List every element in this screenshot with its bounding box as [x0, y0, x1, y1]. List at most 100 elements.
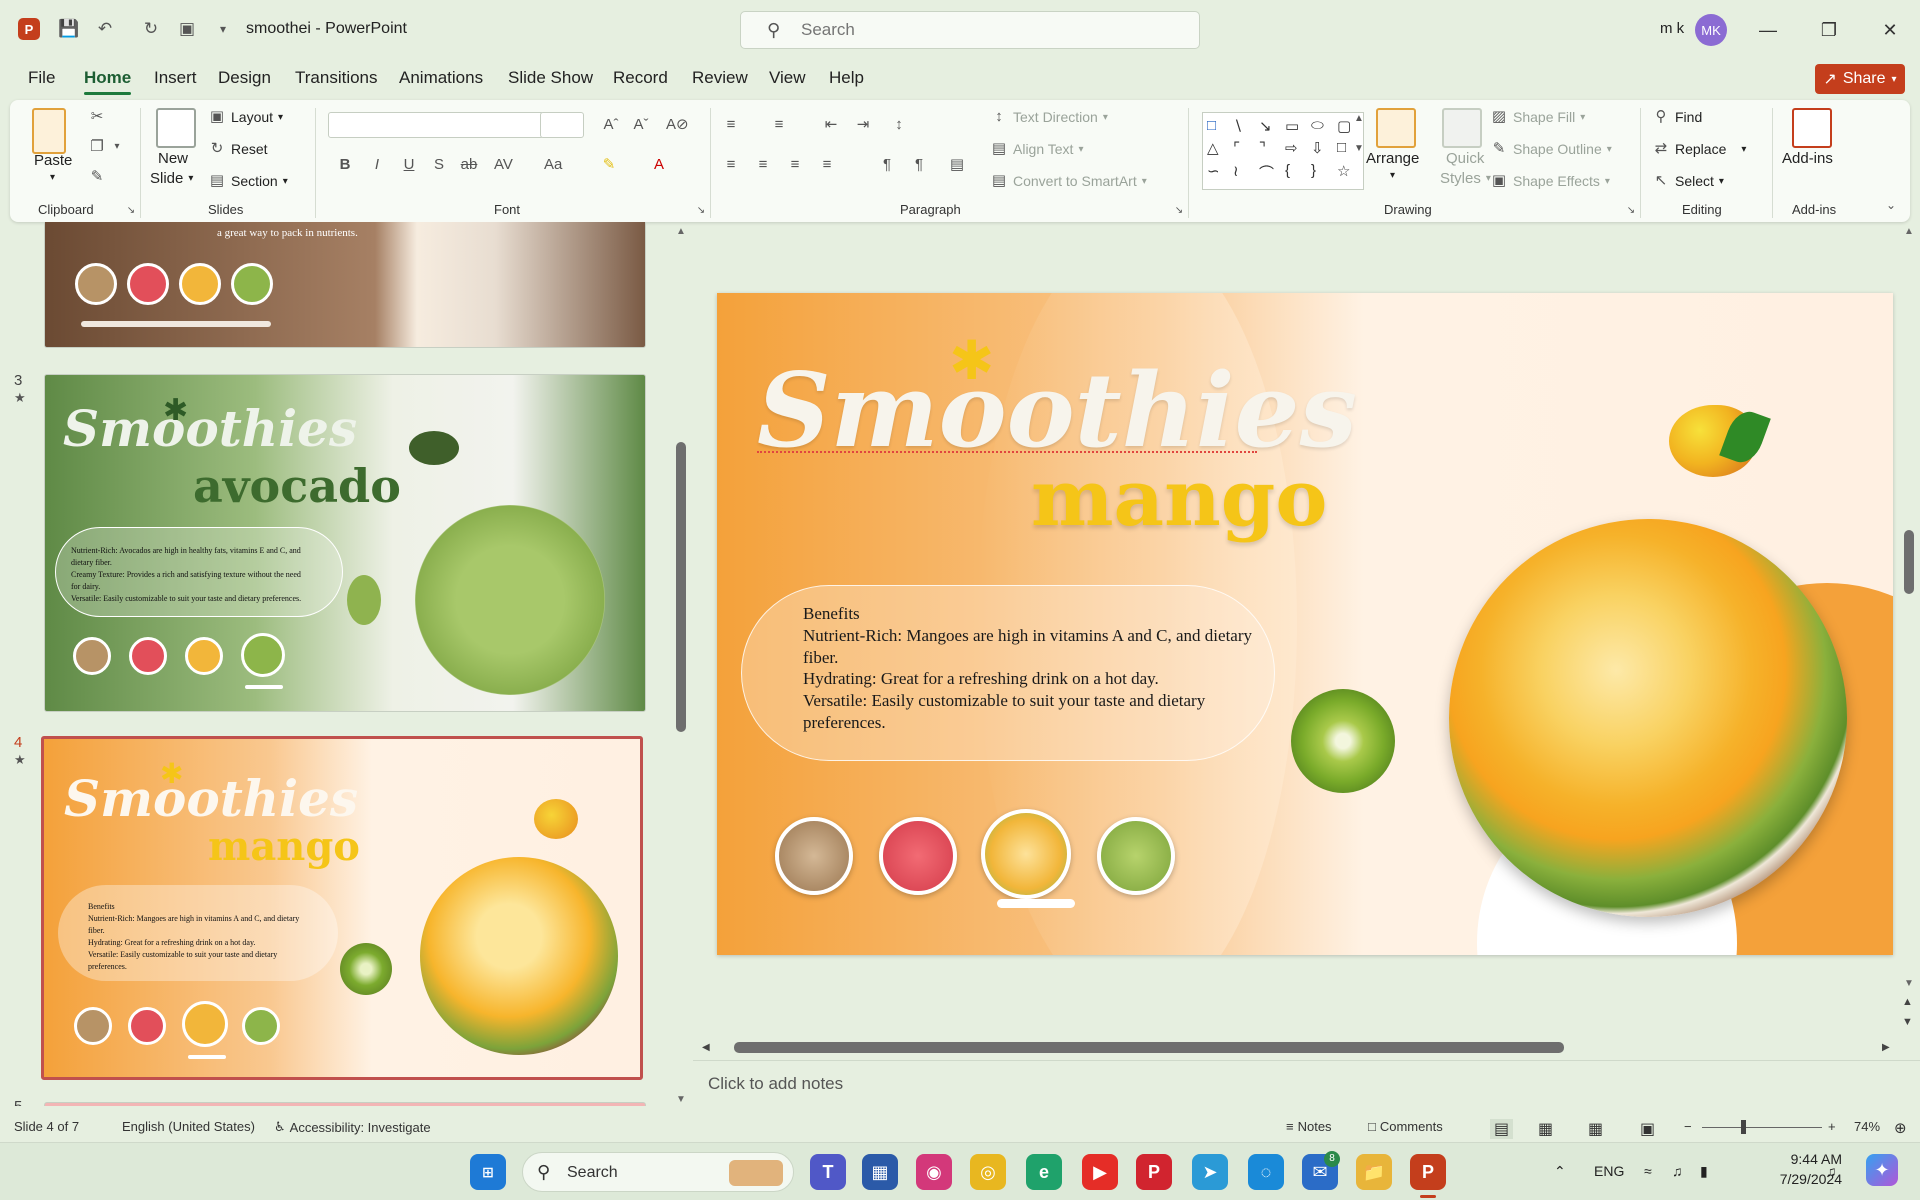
zoom-slider-thumb[interactable]: [1741, 1120, 1746, 1134]
tab-animations[interactable]: Animations: [399, 68, 483, 88]
scroll-down-icon[interactable]: ▼: [676, 1094, 686, 1105]
slide-thumbnail-5[interactable]: [44, 1102, 646, 1106]
select-button[interactable]: ↖ Select ▾: [1652, 172, 1724, 190]
quick-styles-label-1[interactable]: Quick: [1446, 150, 1484, 167]
add-ins-icon[interactable]: [1792, 108, 1832, 148]
notes-placeholder[interactable]: Click to add notes: [708, 1074, 843, 1094]
align-left-icon[interactable]: ≡: [722, 156, 740, 174]
powerpoint-taskbar-icon[interactable]: P: [1410, 1154, 1446, 1190]
new-slide-button[interactable]: Slide ▾: [150, 170, 193, 187]
dialog-launcher-icon[interactable]: ↘: [1170, 202, 1188, 220]
undo-icon[interactable]: ↶: [94, 18, 116, 40]
input-language[interactable]: ENG: [1594, 1163, 1624, 1179]
shape-effects-button[interactable]: ▣ Shape Effects ▾: [1490, 172, 1610, 190]
new-slide-icon[interactable]: [156, 108, 196, 148]
paste-icon[interactable]: [32, 108, 66, 154]
tab-home[interactable]: Home: [84, 68, 132, 95]
freeform-shape-icon[interactable]: ≀: [1233, 162, 1257, 185]
align-center-icon[interactable]: ≡: [754, 156, 772, 174]
scroll-up-icon[interactable]: ▲: [1904, 226, 1914, 237]
copy-dropdown-icon[interactable]: ▾: [108, 138, 126, 156]
scroll-right-icon[interactable]: ▶: [1882, 1042, 1890, 1053]
decrease-indent-icon[interactable]: ⇤: [822, 116, 840, 134]
highlight-icon[interactable]: ✎: [600, 156, 618, 174]
wifi-icon[interactable]: ≈: [1644, 1163, 1652, 1179]
nav-bowl-mango[interactable]: [981, 809, 1071, 899]
paste-button[interactable]: Paste: [34, 152, 72, 169]
thumbnail-scrollbar[interactable]: [676, 442, 686, 732]
zoom-out-icon[interactable]: −: [1684, 1119, 1692, 1134]
tab-review[interactable]: Review: [692, 68, 748, 88]
bold-icon[interactable]: B: [336, 156, 354, 174]
layout-button[interactable]: ▣ Layout ▾: [208, 108, 283, 126]
arrange-icon[interactable]: [1376, 108, 1416, 148]
youtube-icon[interactable]: ▶: [1082, 1154, 1118, 1190]
slide-thumbnail-4[interactable]: Smoothies ✱ mango Benefits Nutrient-Rich…: [41, 736, 643, 1080]
right-arrow-shape-icon[interactable]: ⇨: [1285, 139, 1309, 159]
char-spacing-icon[interactable]: AV: [494, 156, 513, 174]
arc-shape-icon[interactable]: ⌒: [1259, 162, 1283, 185]
minimize-icon[interactable]: —: [1748, 14, 1788, 46]
notifications-icon[interactable]: ♫: [1826, 1163, 1837, 1179]
comments-button[interactable]: □ Comments: [1368, 1119, 1443, 1134]
dialog-launcher-icon[interactable]: ↘: [692, 202, 710, 220]
slide-sorter-icon[interactable]: ▦: [1538, 1119, 1553, 1139]
bullets-icon[interactable]: ≡: [722, 116, 740, 134]
triangle-shape-icon[interactable]: △: [1207, 139, 1231, 159]
tab-file[interactable]: File: [28, 68, 55, 88]
italic-icon[interactable]: I: [368, 156, 386, 174]
collapse-ribbon-icon[interactable]: ⌄: [1882, 196, 1900, 214]
tab-design[interactable]: Design: [218, 68, 271, 88]
textbox-shape-icon[interactable]: □: [1207, 117, 1231, 137]
connector-shape-icon[interactable]: ⌝: [1259, 139, 1283, 159]
curve-shape-icon[interactable]: ∽: [1207, 162, 1231, 185]
zoom-in-icon[interactable]: +: [1828, 1119, 1836, 1134]
present-icon[interactable]: ▣: [176, 18, 198, 40]
language-indicator[interactable]: English (United States): [122, 1119, 255, 1134]
dialog-launcher-icon[interactable]: ↘: [1622, 202, 1640, 220]
telegram-icon[interactable]: ➤: [1192, 1154, 1228, 1190]
justify-icon[interactable]: ≡: [818, 156, 836, 174]
slide-scrollbar[interactable]: [1904, 530, 1914, 594]
paste-dropdown-icon[interactable]: ▾: [50, 172, 55, 183]
share-button[interactable]: ↗ Share ▾: [1815, 64, 1905, 94]
text-direction-button[interactable]: ↕ Text Direction ▾: [990, 108, 1108, 126]
taskbar-search[interactable]: ⚲ Search: [522, 1152, 794, 1192]
search-box[interactable]: ⚲: [740, 11, 1200, 49]
find-button[interactable]: ⚲ Find: [1652, 108, 1703, 126]
normal-view-icon[interactable]: ▤: [1490, 1119, 1514, 1139]
benefits-text-box[interactable]: Benefits Nutrient-Rich: Mangoes are high…: [803, 603, 1283, 734]
shadow-icon[interactable]: S: [430, 156, 448, 174]
strikethrough-icon[interactable]: ab: [460, 156, 478, 174]
quick-styles-button[interactable]: Styles ▾: [1440, 170, 1491, 187]
close-icon[interactable]: ✕: [1870, 14, 1910, 46]
font-size-combo[interactable]: [540, 112, 584, 138]
start-icon[interactable]: ⊞: [470, 1154, 506, 1190]
restore-icon[interactable]: ❐: [1809, 14, 1849, 46]
cut-icon[interactable]: ✂: [88, 108, 106, 126]
numbering-icon[interactable]: ≡: [770, 116, 788, 134]
shape-outline-button[interactable]: ✎ Shape Outline ▾: [1490, 140, 1612, 158]
new-slide-label-1[interactable]: New: [158, 150, 188, 167]
right-brace-shape-icon[interactable]: }: [1311, 162, 1335, 185]
browser-icon[interactable]: ◌: [1248, 1154, 1284, 1190]
format-painter-icon[interactable]: ✎: [88, 168, 106, 186]
font-family-combo[interactable]: [328, 112, 544, 138]
underline-icon[interactable]: U: [400, 156, 418, 174]
increase-font-icon[interactable]: Aˆ: [602, 116, 620, 134]
align-right-icon[interactable]: ≡: [786, 156, 804, 174]
slide-title-mango[interactable]: mango: [1031, 453, 1327, 544]
customize-toolbar-icon[interactable]: ▾: [212, 18, 234, 40]
oval-shape-icon[interactable]: ⬭: [1311, 117, 1335, 137]
reset-button[interactable]: ↻ Reset: [208, 140, 268, 158]
ltr-icon[interactable]: ¶: [878, 156, 896, 174]
clear-format-icon[interactable]: A⊘: [666, 116, 689, 134]
battery-icon[interactable]: ▮: [1700, 1163, 1708, 1180]
copy-icon[interactable]: ❐: [88, 138, 106, 156]
nav-bowl-avocado[interactable]: [1097, 817, 1175, 895]
nav-bowl-berry[interactable]: [879, 817, 957, 895]
accessibility-checker[interactable]: ♿ Accessibility: Investigate: [274, 1119, 431, 1135]
convert-smartart-button[interactable]: ▤ Convert to SmartArt ▾: [990, 172, 1147, 190]
elbow-shape-icon[interactable]: ⌜: [1233, 139, 1257, 159]
tray-overflow-icon[interactable]: ⌃: [1554, 1163, 1566, 1180]
